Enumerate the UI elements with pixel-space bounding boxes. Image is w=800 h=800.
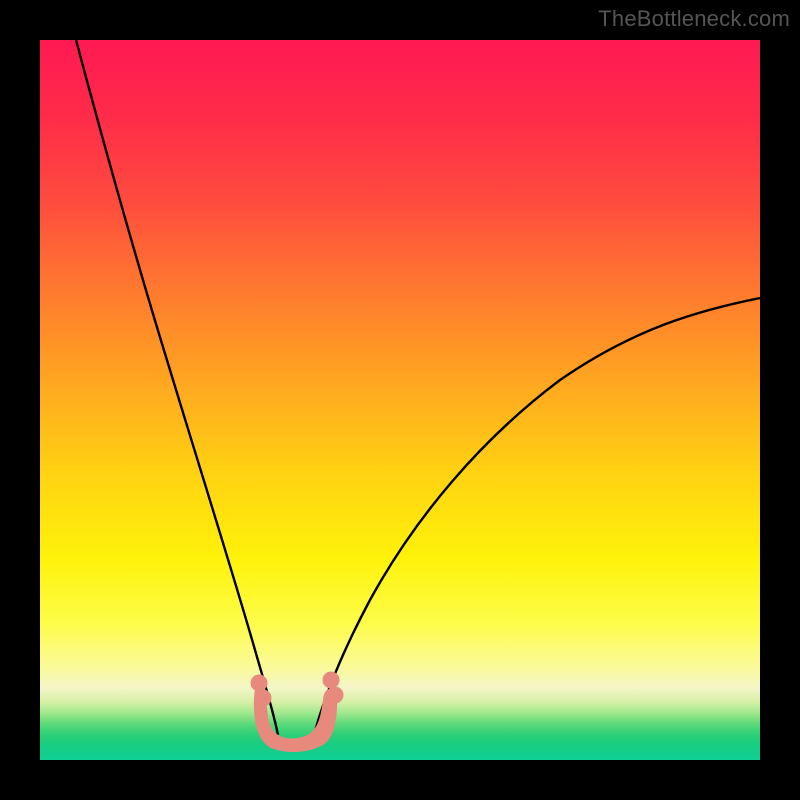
plot-area [40,40,760,760]
watermark-text: TheBottleneck.com [598,6,790,32]
curve-right [314,298,760,735]
curve-left [76,40,278,735]
trough-marker [251,672,343,752]
chart-frame: TheBottleneck.com [0,0,800,800]
curve-layer [40,40,760,760]
